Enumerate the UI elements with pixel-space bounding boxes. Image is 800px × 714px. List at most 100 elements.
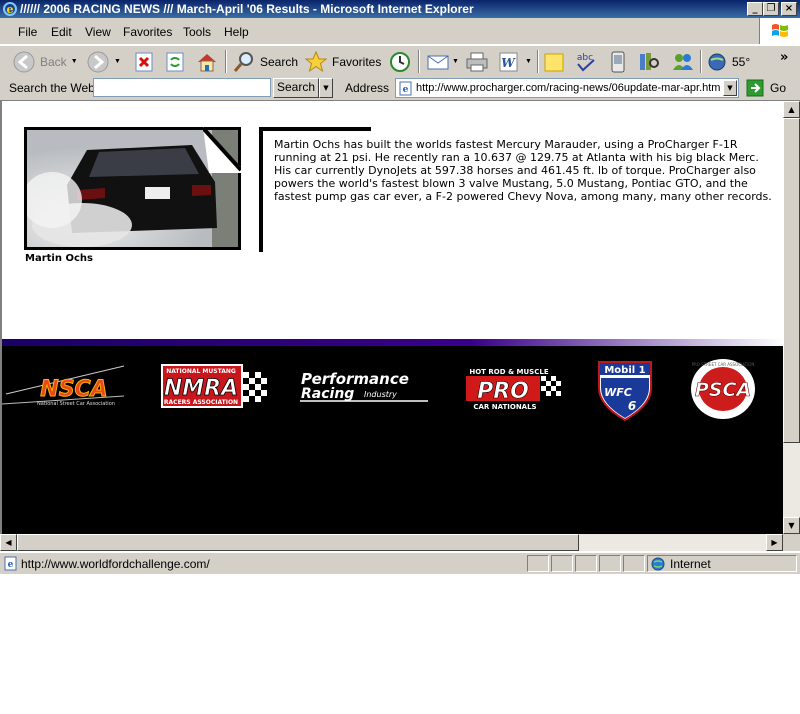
- page-content[interactable]: Martin Ochs Martin Ochs has built the wo…: [0, 101, 783, 534]
- nmra-logo[interactable]: NATIONAL MUSTANG NMRA RACERS ASSOCIATION: [159, 364, 267, 410]
- windows-flag-icon: [772, 24, 788, 37]
- back-dropdown-icon[interactable]: ▼: [71, 58, 78, 65]
- horizontal-scrollbar[interactable]: ◀ ▶: [0, 534, 783, 551]
- svg-text:W: W: [501, 56, 516, 70]
- address-bar: Search the Web Search ▼ Address e http:/…: [0, 77, 800, 101]
- scroll-left-arrow-icon[interactable]: ◀: [0, 534, 17, 551]
- refresh-icon: [166, 52, 184, 71]
- mail-dropdown-icon[interactable]: ▼: [452, 58, 459, 65]
- restore-button[interactable]: ❐: [763, 2, 779, 16]
- go-button[interactable]: Go: [746, 78, 786, 98]
- toolbar: Back ▼ ▼ Search Favorites ▼ W ▼ abc 55° …: [0, 45, 800, 78]
- svg-text:PRO STREET CAR ASSOCIATION: PRO STREET CAR ASSOCIATION: [692, 362, 755, 367]
- status-bar: e http://www.worldfordchallenge.com/ Int…: [0, 552, 800, 574]
- close-button[interactable]: ×: [781, 2, 797, 16]
- svg-text:CAR NATIONALS: CAR NATIONALS: [473, 403, 536, 411]
- page-icon: e: [399, 81, 412, 96]
- refresh-button[interactable]: [164, 49, 186, 74]
- security-zone-label: Internet: [670, 557, 711, 571]
- address-label: Address: [345, 81, 390, 95]
- vertical-scroll-thumb[interactable]: [783, 118, 800, 443]
- search-web-label: Search the Web: [9, 81, 95, 95]
- discuss-button[interactable]: [543, 49, 565, 74]
- search-options-dropdown-icon[interactable]: ▼: [319, 78, 333, 98]
- mail-icon: [427, 55, 449, 69]
- hot-rod-muscle-pro-logo[interactable]: HOT ROD & MUSCLE PRO CAR NATIONALS: [465, 367, 561, 411]
- menu-file[interactable]: File: [18, 25, 37, 39]
- research-button[interactable]: [637, 49, 661, 74]
- search-icon: [233, 51, 253, 72]
- svg-text:e: e: [8, 560, 14, 570]
- minimize-button[interactable]: _: [747, 2, 763, 16]
- sponsor-logos-bar: NSCA National Street Car Association NAT…: [2, 346, 783, 534]
- mobil1-wfc-logo[interactable]: Mobil 1 WFC 6: [596, 360, 654, 422]
- forward-arrow-icon: [87, 51, 109, 72]
- scroll-right-arrow-icon[interactable]: ▶: [766, 534, 783, 551]
- svg-text:WFC: WFC: [604, 386, 632, 399]
- menu-favorites[interactable]: Favorites: [123, 25, 172, 39]
- svg-text:HOT ROD & MUSCLE: HOT ROD & MUSCLE: [469, 368, 548, 376]
- svg-text:e: e: [7, 3, 14, 16]
- toolbar-separator: [537, 50, 539, 73]
- menu-tools[interactable]: Tools: [183, 25, 211, 39]
- search-toolbar-button[interactable]: Search: [232, 49, 298, 74]
- status-pane: [551, 555, 573, 572]
- history-button[interactable]: [388, 49, 412, 74]
- svg-text:NMRA: NMRA: [164, 376, 238, 401]
- svg-text:NSCA: NSCA: [40, 377, 107, 402]
- history-icon: [390, 51, 410, 72]
- device-icon: [611, 51, 625, 72]
- weather-button[interactable]: 55°: [706, 49, 750, 74]
- edit-word-button[interactable]: W ▼: [497, 49, 532, 74]
- performance-racing-industry-logo[interactable]: Performance Racing Industry: [300, 370, 430, 406]
- menu-help[interactable]: Help: [224, 25, 249, 39]
- scroll-up-arrow-icon[interactable]: ▲: [783, 101, 800, 118]
- toolbar-separator: [418, 50, 420, 73]
- back-button[interactable]: Back ▼: [12, 49, 78, 74]
- search-web-button[interactable]: Search: [273, 78, 319, 98]
- search-web-input[interactable]: [93, 78, 271, 97]
- go-arrow-icon: [746, 79, 764, 97]
- home-button[interactable]: [195, 49, 219, 74]
- scroll-down-arrow-icon[interactable]: ▼: [783, 517, 800, 534]
- stop-icon: [135, 52, 153, 71]
- title-bar[interactable]: e ////// 2006 RACING NEWS /// March-Apri…: [0, 0, 800, 18]
- address-dropdown-icon[interactable]: ▼: [723, 80, 737, 96]
- edit-dropdown-icon[interactable]: ▼: [525, 58, 532, 65]
- spellcheck-icon: abc: [577, 53, 595, 71]
- favorites-toolbar-button[interactable]: Favorites: [304, 49, 381, 74]
- forward-dropdown-icon[interactable]: ▼: [114, 58, 121, 65]
- svg-text:e: e: [403, 85, 409, 95]
- windows-logo: [759, 18, 800, 44]
- menu-edit[interactable]: Edit: [51, 25, 72, 39]
- star-icon: [304, 50, 328, 72]
- back-arrow-icon: [13, 51, 35, 72]
- toolbar-separator: [225, 50, 227, 73]
- nsca-logo[interactable]: NSCA National Street Car Association: [2, 364, 127, 410]
- psca-logo[interactable]: PSCA PRO STREET CAR ASSOCIATION: [690, 358, 756, 420]
- messenger-button[interactable]: [670, 49, 696, 74]
- forward-button[interactable]: ▼: [86, 49, 121, 74]
- print-button[interactable]: [465, 49, 489, 74]
- svg-text:Racing: Racing: [301, 386, 354, 402]
- horizontal-scroll-thumb[interactable]: [17, 534, 579, 551]
- footer-divider: [2, 339, 783, 346]
- address-field[interactable]: e http://www.procharger.com/racing-news/…: [395, 78, 739, 98]
- printer-icon: [466, 52, 488, 71]
- toolbar-overflow-chevron[interactable]: »: [780, 50, 788, 65]
- page-status-icon: e: [4, 556, 17, 571]
- menu-view[interactable]: View: [85, 25, 111, 39]
- stop-button[interactable]: [133, 49, 155, 74]
- messenger-device-button[interactable]: [607, 49, 629, 74]
- status-pane: [599, 555, 621, 572]
- svg-text:Industry: Industry: [364, 390, 397, 399]
- status-pane: [527, 555, 549, 572]
- vertical-scrollbar[interactable]: ▲ ▼: [783, 101, 800, 534]
- photo-caption: Martin Ochs: [25, 253, 93, 264]
- messenger-icon: [673, 53, 693, 70]
- mail-button[interactable]: ▼: [426, 49, 459, 74]
- address-url: http://www.procharger.com/racing-news/06…: [416, 82, 721, 94]
- svg-text:Mobil 1: Mobil 1: [604, 365, 645, 376]
- svg-text:RACERS ASSOCIATION: RACERS ASSOCIATION: [164, 399, 238, 406]
- spelling-button[interactable]: abc: [573, 49, 599, 74]
